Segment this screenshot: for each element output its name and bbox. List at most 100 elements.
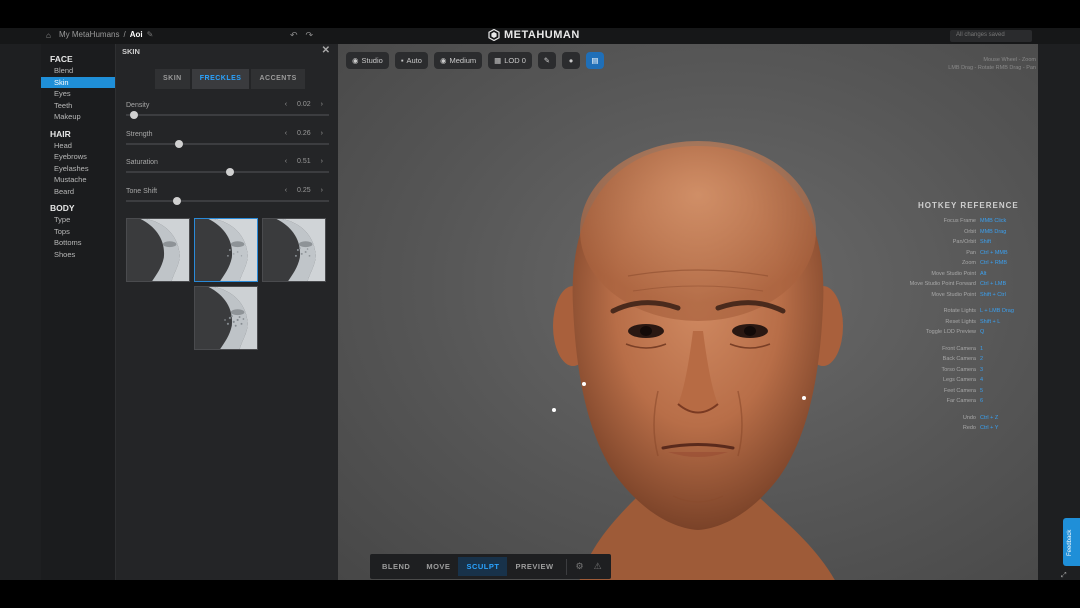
slider-value[interactable]: 0.51 bbox=[297, 158, 311, 165]
mode-move-button[interactable]: MOVE bbox=[418, 557, 458, 576]
lighting-button[interactable]: ◉ Studio bbox=[346, 52, 389, 69]
freckle-preset-thumb-3[interactable] bbox=[262, 218, 326, 282]
breadcrumb-root[interactable]: My MetaHumans bbox=[59, 30, 119, 39]
warning-icon[interactable]: ⚠ bbox=[589, 561, 607, 572]
increment-arrow-icon[interactable]: › bbox=[321, 158, 323, 165]
top-bar: ⌂ My MetaHumans / Aoi ✎ ↶ ↷ METAHUMAN Al… bbox=[0, 28, 1080, 44]
nav-group-body: BODY Type Tops Bottoms Shoes bbox=[41, 203, 115, 260]
tab-skin[interactable]: SKIN bbox=[155, 69, 190, 89]
fullscreen-icon[interactable]: ⤢ bbox=[1061, 572, 1067, 580]
sidebar-item-blend[interactable]: Blend bbox=[41, 65, 115, 77]
sidebar-item-shoes[interactable]: Shoes bbox=[41, 249, 115, 261]
slider-track[interactable] bbox=[126, 200, 329, 202]
sidebar-item-eyelashes[interactable]: Eyelashes bbox=[41, 163, 115, 175]
decrement-arrow-icon[interactable]: ‹ bbox=[285, 158, 287, 165]
sidebar-item-teeth[interactable]: Teeth bbox=[41, 100, 115, 112]
3d-viewport[interactable]: ◉ Studio ▪ Auto ◉ Medium ▦ LOD 0 ✎ ● ▤ Mouse… bbox=[338, 44, 1038, 580]
hotkey-action: Orbit bbox=[964, 228, 976, 235]
hotkey-row: Torso Camera 3 bbox=[890, 365, 1036, 376]
sidebar-item-makeup[interactable]: Makeup bbox=[41, 111, 115, 123]
slider-handle[interactable] bbox=[130, 111, 139, 119]
tab-freckles[interactable]: FRECKLES bbox=[191, 69, 250, 89]
hotkey-action: Pan bbox=[966, 249, 976, 256]
slider-stepper: ‹ 0.51 › bbox=[285, 158, 323, 165]
slider-stepper: ‹ 0.26 › bbox=[285, 130, 323, 137]
slider-handle[interactable] bbox=[174, 140, 183, 148]
hotkey-binding: MMB Click bbox=[980, 218, 1007, 224]
sidebar-item-tops[interactable]: Tops bbox=[41, 226, 115, 238]
feedback-button[interactable]: Feedback bbox=[1063, 518, 1080, 566]
video-letterbox-top bbox=[0, 0, 1080, 28]
slider-handle[interactable] bbox=[172, 197, 181, 205]
hotkey-binding: Ctrl + MMB bbox=[980, 249, 1008, 256]
slider-stepper: ‹ 0.25 › bbox=[285, 187, 323, 194]
decrement-arrow-icon[interactable]: ‹ bbox=[285, 101, 287, 108]
panel-header: SKIN ✕ bbox=[116, 44, 338, 58]
slider-tone-shift: Tone Shift ‹ 0.25 › bbox=[126, 187, 329, 210]
skin-panel: SKIN ✕ SKIN FRECKLES ACCENTS Density ‹ 0.02 ›… bbox=[115, 44, 338, 580]
settings-icon[interactable]: ⚙ bbox=[571, 561, 589, 572]
decrement-arrow-icon[interactable]: ‹ bbox=[285, 130, 287, 137]
undo-icon[interactable]: ↶ bbox=[290, 30, 298, 41]
slider-value[interactable]: 0.26 bbox=[297, 130, 311, 137]
material-icon[interactable]: ● bbox=[561, 52, 580, 69]
hotkey-row: Move Studio Point Shift + Ctrl bbox=[890, 290, 1036, 301]
camera-auto-button[interactable]: ▪ Auto bbox=[394, 52, 428, 69]
increment-arrow-icon[interactable]: › bbox=[321, 130, 323, 137]
freckle-preset-thumb-2[interactable] bbox=[194, 218, 258, 282]
freckle-preset-thumb-4[interactable] bbox=[194, 286, 258, 350]
increment-arrow-icon[interactable]: › bbox=[321, 101, 323, 108]
sidebar-item-skin[interactable]: Skin bbox=[41, 76, 115, 88]
slider-track[interactable] bbox=[126, 143, 329, 145]
hotkey-row: Legs Camera 4 bbox=[890, 375, 1036, 386]
sidebar-item-bottoms[interactable]: Bottoms bbox=[41, 237, 115, 249]
quality-icon: ◉ bbox=[439, 56, 447, 65]
hotkey-action: Move Studio Point Forward bbox=[909, 281, 976, 287]
freckle-preset-thumb-1[interactable] bbox=[126, 218, 190, 282]
hotkey-action: Focus Frame bbox=[943, 218, 976, 224]
hotkey-row: Orbit MMB Drag bbox=[890, 227, 1036, 238]
mode-blend-button[interactable]: BLEND bbox=[374, 557, 418, 576]
edit-name-icon[interactable]: ✎ bbox=[147, 30, 154, 39]
slider-label: Density bbox=[126, 102, 150, 109]
hotkey-binding: Ctrl + Y bbox=[980, 425, 999, 431]
quality-button[interactable]: ◉ Medium bbox=[433, 52, 483, 69]
sidebar-item-mustache[interactable]: Mustache bbox=[41, 174, 115, 186]
metahuman-head-render bbox=[552, 141, 843, 580]
increment-arrow-icon[interactable]: › bbox=[321, 187, 323, 194]
sidebar-item-type[interactable]: Type bbox=[41, 214, 115, 226]
breadcrumb-separator: / bbox=[123, 30, 126, 39]
home-icon[interactable]: ⌂ bbox=[46, 31, 55, 40]
decrement-arrow-icon[interactable]: ‹ bbox=[285, 187, 287, 194]
hotkey-binding: Q bbox=[980, 329, 985, 335]
close-icon[interactable]: ✕ bbox=[322, 45, 330, 56]
grid-view-icon[interactable]: ▤ bbox=[585, 52, 604, 69]
sidebar-item-beard[interactable]: Beard bbox=[41, 186, 115, 198]
slider-stepper: ‹ 0.02 › bbox=[285, 101, 323, 108]
brand-name: METAHUMAN bbox=[504, 29, 580, 41]
hotkey-action: Reset Lights bbox=[945, 318, 976, 325]
hotkey-action: Zoom bbox=[961, 260, 976, 266]
nav-group-title: FACE bbox=[50, 54, 73, 64]
hotkey-action: Rotate Lights bbox=[943, 308, 976, 314]
slider-handle[interactable] bbox=[225, 168, 234, 176]
lod-icon: ▦ bbox=[494, 56, 502, 65]
hotkey-action: Redo bbox=[962, 425, 976, 431]
sidebar-item-head[interactable]: Head bbox=[41, 140, 115, 152]
hotkey-binding: 3 bbox=[980, 366, 984, 373]
lod-button[interactable]: ▦ LOD 0 bbox=[488, 52, 532, 69]
brand-logo: METAHUMAN bbox=[488, 29, 580, 41]
slider-value[interactable]: 0.02 bbox=[297, 101, 311, 108]
brush-icon[interactable]: ✎ bbox=[537, 52, 556, 69]
hotkey-row: Pan Ctrl + MMB bbox=[890, 248, 1036, 259]
slider-value[interactable]: 0.25 bbox=[297, 187, 311, 194]
slider-track[interactable] bbox=[126, 114, 329, 116]
sidebar-item-eyes[interactable]: Eyes bbox=[41, 88, 115, 100]
sidebar-item-eyebrows[interactable]: Eyebrows bbox=[41, 151, 115, 163]
mode-sculpt-button[interactable]: SCULPT bbox=[458, 557, 508, 576]
mode-preview-button[interactable]: PREVIEW bbox=[507, 557, 561, 576]
mode-toolbar: BLEND MOVE SCULPT PREVIEW ⚙ ⚠ bbox=[370, 554, 611, 579]
tab-accents[interactable]: ACCENTS bbox=[251, 69, 305, 89]
redo-icon[interactable]: ↷ bbox=[306, 30, 314, 41]
hotkey-binding: MMB Drag bbox=[980, 228, 1007, 235]
